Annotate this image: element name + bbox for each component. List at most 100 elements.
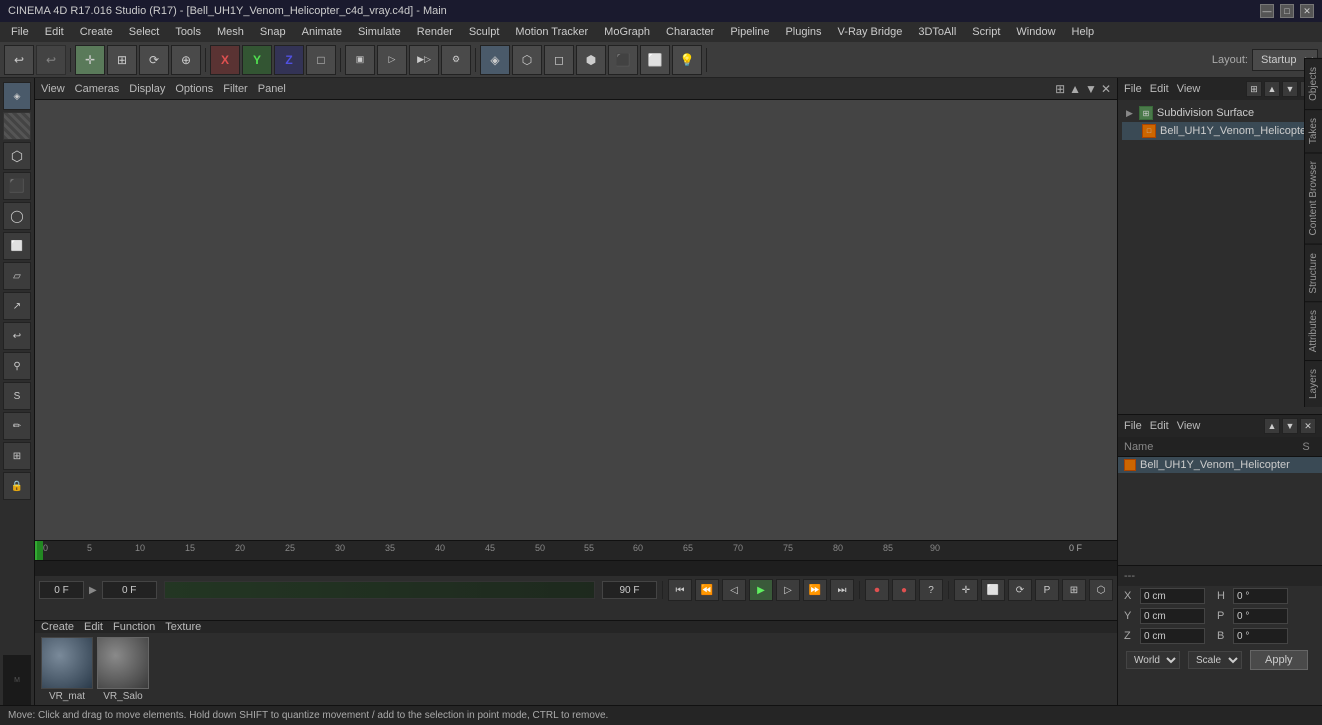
- viewport-menu-display[interactable]: Display: [129, 83, 165, 95]
- obj-list-view[interactable]: View: [1177, 420, 1201, 432]
- scale-tool-button[interactable]: ⊞: [107, 45, 137, 75]
- right-tab-content-browser[interactable]: Content Browser: [1305, 152, 1322, 243]
- undo-button[interactable]: ↩: [4, 45, 34, 75]
- obj-list-icon3[interactable]: ✕: [1300, 418, 1316, 434]
- viewport-menu-cameras[interactable]: Cameras: [75, 83, 120, 95]
- world-button[interactable]: □: [306, 45, 336, 75]
- sidebar-tool2[interactable]: S: [3, 382, 31, 410]
- viewport-icon-close[interactable]: ✕: [1101, 82, 1111, 96]
- material-menu-texture[interactable]: Texture: [165, 621, 201, 633]
- material-item-vr-salo[interactable]: VR_Salo: [97, 637, 149, 702]
- menu-plugins[interactable]: Plugins: [778, 24, 828, 40]
- start-frame-input[interactable]: [102, 581, 157, 599]
- obj-list-edit[interactable]: Edit: [1150, 420, 1169, 432]
- obj-list-icon2[interactable]: ▼: [1282, 418, 1298, 434]
- right-tab-layers[interactable]: Layers: [1305, 360, 1322, 407]
- obj-mgr-icon2[interactable]: ▲: [1264, 81, 1280, 97]
- redo-button[interactable]: ↩: [36, 45, 66, 75]
- obj-mgr-view[interactable]: View: [1177, 83, 1201, 95]
- param-button[interactable]: P: [1035, 579, 1059, 601]
- sidebar-obj-mode[interactable]: ◈: [3, 82, 31, 110]
- material-menu-edit[interactable]: Edit: [84, 621, 103, 633]
- menu-motion-tracker[interactable]: Motion Tracker: [508, 24, 595, 40]
- attr-x-input[interactable]: [1140, 588, 1205, 604]
- menu-file[interactable]: File: [4, 24, 36, 40]
- move-tool-button[interactable]: ✛: [75, 45, 105, 75]
- transform-tool-button[interactable]: ⊕: [171, 45, 201, 75]
- viewport-menu-panel[interactable]: Panel: [258, 83, 286, 95]
- keyframe-button[interactable]: ?: [919, 579, 943, 601]
- close-button[interactable]: ✕: [1300, 4, 1314, 18]
- scale-dropdown[interactable]: Scale: [1188, 651, 1242, 669]
- menu-mesh[interactable]: Mesh: [210, 24, 251, 40]
- sidebar-grid[interactable]: ⊞: [3, 442, 31, 470]
- poly-mode-button[interactable]: ⬢: [576, 45, 606, 75]
- viewport-icon-up[interactable]: ▲: [1069, 82, 1081, 96]
- sidebar-tool1[interactable]: ⚲: [3, 352, 31, 380]
- sidebar-lock[interactable]: 🔒: [3, 472, 31, 500]
- right-tab-attributes[interactable]: Attributes: [1305, 301, 1322, 360]
- sidebar-checker[interactable]: [3, 112, 31, 140]
- timeline-options-button[interactable]: ⬜: [981, 579, 1005, 601]
- go-to-end-button[interactable]: ⏭: [830, 579, 854, 601]
- prev-frame-button[interactable]: ⏪: [695, 579, 719, 601]
- obj-mode-button[interactable]: ◈: [480, 45, 510, 75]
- menu-window[interactable]: Window: [1009, 24, 1062, 40]
- rotate-tool-button[interactable]: ⟳: [139, 45, 169, 75]
- menu-snap[interactable]: Snap: [253, 24, 293, 40]
- end-frame-input[interactable]: [602, 581, 657, 599]
- attr-p-input[interactable]: [1233, 608, 1288, 624]
- obj-tree-item-helicopter[interactable]: □ Bell_UH1Y_Venom_Helicopter: [1122, 122, 1318, 140]
- minimize-button[interactable]: —: [1260, 4, 1274, 18]
- uvw-mode-button[interactable]: ⬛: [608, 45, 638, 75]
- attr-b-input[interactable]: [1233, 628, 1288, 644]
- menu-render[interactable]: Render: [410, 24, 460, 40]
- menu-vray-bridge[interactable]: V-Ray Bridge: [831, 24, 910, 40]
- viewport-menu-options[interactable]: Options: [175, 83, 213, 95]
- tl-expand-button[interactable]: ⬡: [1089, 579, 1113, 601]
- edge-mode-button[interactable]: ◻: [544, 45, 574, 75]
- attr-h-input[interactable]: [1233, 588, 1288, 604]
- sidebar-wireframe[interactable]: ⬡: [3, 142, 31, 170]
- menu-simulate[interactable]: Simulate: [351, 24, 408, 40]
- vertex-mode-button[interactable]: ⬡: [512, 45, 542, 75]
- x-axis-button[interactable]: X: [210, 45, 240, 75]
- material-item-vr-mat[interactable]: VR_mat: [41, 637, 93, 702]
- obj-tree-item-subdivision[interactable]: ▶ ⊞ Subdivision Surface ●: [1122, 104, 1318, 122]
- sidebar-sphere[interactable]: ◯: [3, 202, 31, 230]
- viewport-menu-view[interactable]: View: [41, 83, 65, 95]
- timeline-scrub-bar[interactable]: [164, 581, 595, 599]
- timeline-track-area[interactable]: [35, 561, 1117, 576]
- obj-list-icon1[interactable]: ▲: [1264, 418, 1280, 434]
- maximize-button[interactable]: □: [1280, 4, 1294, 18]
- render-settings-button[interactable]: ⚙: [441, 45, 471, 75]
- sidebar-cube[interactable]: ⬛: [3, 172, 31, 200]
- layer-button[interactable]: ⊞: [1062, 579, 1086, 601]
- sidebar-paint[interactable]: ✏: [3, 412, 31, 440]
- menu-sculpt[interactable]: Sculpt: [462, 24, 507, 40]
- play-button[interactable]: ▶: [749, 579, 773, 601]
- obj-mgr-file[interactable]: File: [1124, 83, 1142, 95]
- go-to-start-button[interactable]: ⏮: [668, 579, 692, 601]
- apply-button[interactable]: Apply: [1250, 650, 1308, 670]
- next-frame-button[interactable]: ▷: [776, 579, 800, 601]
- render-region-button[interactable]: ▣: [345, 45, 375, 75]
- tex-mode-button[interactable]: ⬜: [640, 45, 670, 75]
- menu-create[interactable]: Create: [73, 24, 120, 40]
- menu-pipeline[interactable]: Pipeline: [723, 24, 776, 40]
- world-dropdown[interactable]: World: [1126, 651, 1180, 669]
- obj-list-row-helicopter[interactable]: Bell_UH1Y_Venom_Helicopter: [1118, 457, 1322, 473]
- menu-3dtoall[interactable]: 3DToAll: [911, 24, 963, 40]
- right-tab-takes[interactable]: Takes: [1305, 109, 1322, 152]
- material-menu-function[interactable]: Function: [113, 621, 155, 633]
- prev-keyframe-button[interactable]: ◁: [722, 579, 746, 601]
- viewport-icon-fullscreen[interactable]: ⊞: [1055, 82, 1065, 96]
- sidebar-bend[interactable]: ↩: [3, 322, 31, 350]
- render-view-button[interactable]: ▷: [377, 45, 407, 75]
- record-button[interactable]: ⏺: [865, 579, 889, 601]
- sidebar-cylinder[interactable]: ⬜: [3, 232, 31, 260]
- sidebar-plane[interactable]: ▱: [3, 262, 31, 290]
- fcurve-button[interactable]: ⟳: [1008, 579, 1032, 601]
- current-frame-input[interactable]: [39, 581, 84, 599]
- menu-script[interactable]: Script: [965, 24, 1007, 40]
